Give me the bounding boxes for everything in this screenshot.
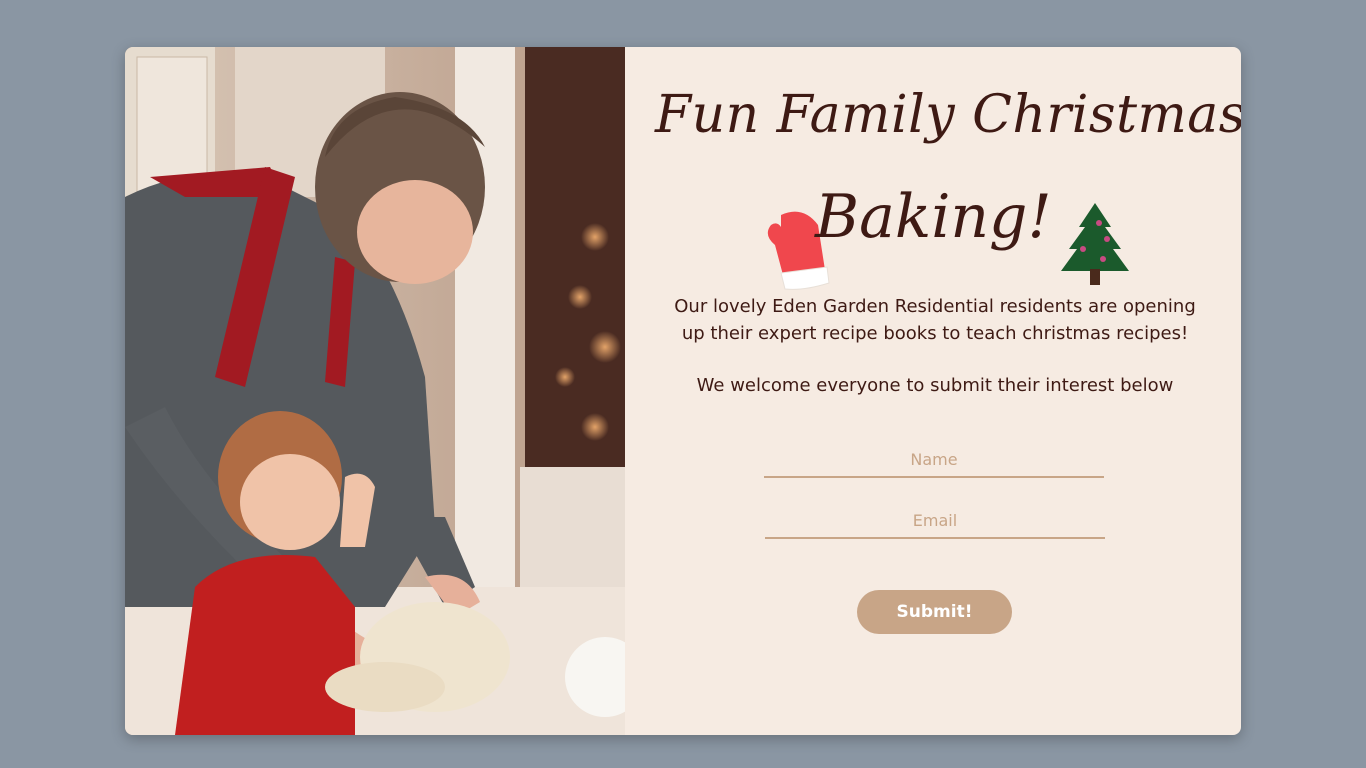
christmas-tree-icon <box>1059 199 1131 293</box>
email-field[interactable] <box>765 503 1105 539</box>
description-intro: Our lovely Eden Garden Residential resid… <box>674 296 1196 344</box>
description: Our lovely Eden Garden Residential resid… <box>665 293 1205 399</box>
title-block: Fun Family Christmas Baking! <box>655 77 1241 290</box>
name-field[interactable] <box>764 442 1104 478</box>
hero-photo <box>125 47 625 735</box>
signup-card: Fun Family Christmas Baking! Our lovely … <box>125 47 1241 735</box>
page-title-line-1: Fun Family Christmas <box>655 85 1241 145</box>
page-title-line-2: Baking! <box>815 182 1052 252</box>
signup-content: Fun Family Christmas Baking! Our lovely … <box>625 47 1241 735</box>
submit-button[interactable]: Submit! <box>857 590 1012 634</box>
description-invite: We welcome everyone to submit their inte… <box>696 375 1174 396</box>
